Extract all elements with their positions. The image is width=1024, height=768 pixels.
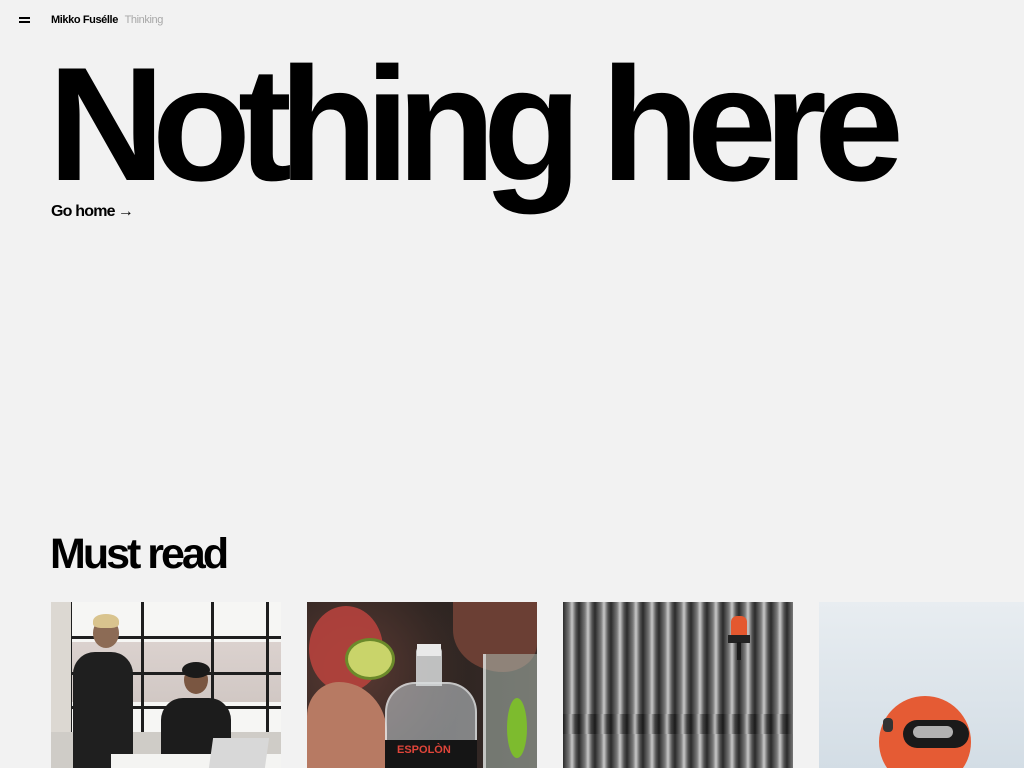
bottle-label-text: ESPOLÒN <box>397 744 451 756</box>
article-card-helmet[interactable] <box>819 602 1024 768</box>
laptop <box>208 738 270 768</box>
corrugated-wall <box>563 602 793 768</box>
hamburger-menu-icon[interactable] <box>18 13 32 27</box>
visor-reflection <box>913 726 953 738</box>
wall-band <box>563 714 793 734</box>
article-card-cocktail[interactable]: ESPOLÒN <box>307 602 537 768</box>
section-link-thinking[interactable]: Thinking <box>125 14 164 26</box>
article-card-facade[interactable] <box>563 602 793 768</box>
menu-line <box>19 17 30 19</box>
page-title: Nothing here <box>48 34 904 215</box>
window-mullion <box>266 602 269 732</box>
bottle-cap <box>417 644 441 656</box>
go-home-link[interactable]: Go home → <box>51 203 134 221</box>
lime-slice <box>345 638 395 680</box>
brand: Mikko Fusélle Thinking <box>51 14 163 26</box>
person-hair <box>182 662 210 678</box>
arrow-right-icon: → <box>117 203 134 220</box>
person-figure <box>73 652 133 768</box>
must-read-heading: Must read <box>50 530 229 578</box>
person-hair <box>93 614 119 628</box>
window-mullion <box>141 602 144 732</box>
siren-pole <box>737 642 741 660</box>
article-card-office[interactable] <box>51 602 281 768</box>
helmet-strap <box>883 718 893 732</box>
siren-light-icon <box>731 616 747 636</box>
go-home-label: Go home <box>51 203 116 220</box>
menu-line <box>19 21 30 23</box>
lime-wedge <box>507 698 527 758</box>
brand-name-link[interactable]: Mikko Fusélle <box>51 14 118 26</box>
